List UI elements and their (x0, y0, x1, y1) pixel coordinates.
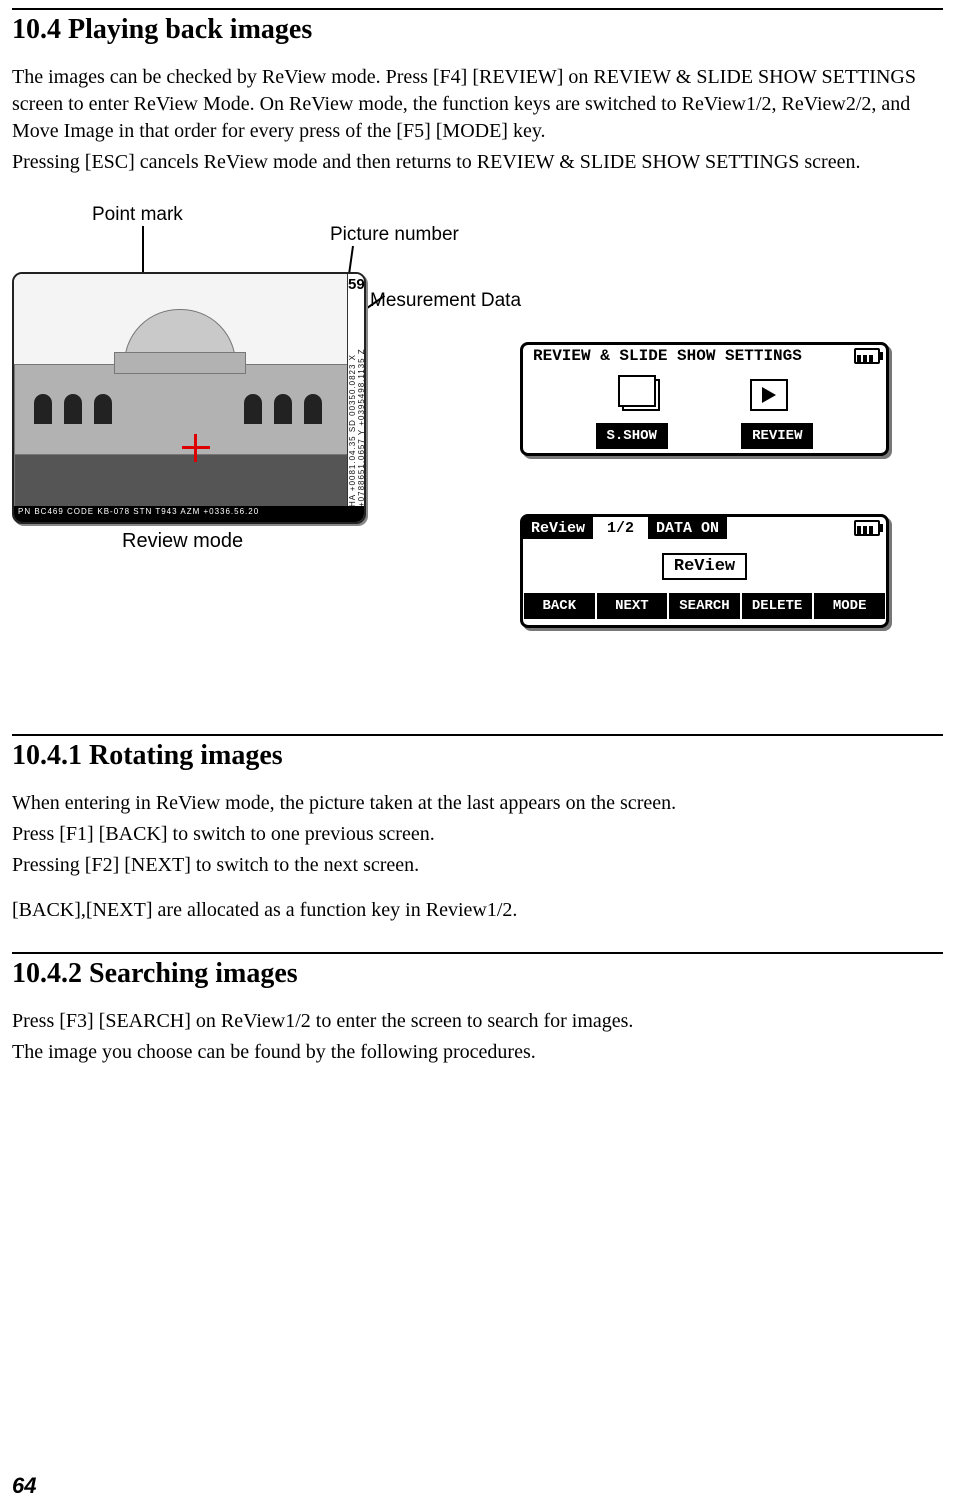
body-text: The images can be checked by ReView mode… (12, 64, 943, 145)
lcd-center-label: ReView (662, 553, 747, 580)
lcd-data-flag: DATA ON (648, 517, 727, 539)
body-text: Press [F1] [BACK] to switch to one previ… (12, 821, 943, 848)
annotation-measurement-data: Mesurement Data (370, 290, 521, 312)
lcd-page: 1/2 (593, 517, 648, 539)
play-icon (750, 379, 788, 411)
fkey-sshow[interactable]: S.SHOW (596, 423, 668, 449)
side-measurement-data: HA +0081.04.35 SD 00350.0823 X +0788651.… (348, 297, 366, 507)
body-text: [BACK],[NEXT] are allocated as a functio… (12, 897, 943, 924)
fkey-back[interactable]: BACK (524, 593, 595, 619)
slideshow-icon (622, 379, 660, 411)
body-text: Press [F3] [SEARCH] on ReView1/2 to ente… (12, 1008, 943, 1035)
annotation-picture-number: Picture number (330, 224, 459, 246)
section-heading: 10.4.1 Rotating images (12, 740, 943, 772)
lcd-settings-screen: REVIEW & SLIDE SHOW SETTINGS S.SHOW REVI… (520, 342, 889, 456)
fkey-search[interactable]: SEARCH (669, 593, 740, 619)
lcd-mode: ReView (523, 517, 593, 539)
fkey-review[interactable]: REVIEW (741, 423, 813, 449)
body-text: Pressing [F2] [NEXT] to switch to the ne… (12, 852, 943, 879)
review-photo: 59 HA +0081.04.35 SD 00350.0823 X +07886… (12, 272, 366, 524)
section-heading: 10.4.2 Searching images (12, 958, 943, 990)
lcd-title: REVIEW & SLIDE SHOW SETTINGS (533, 347, 802, 365)
review-mode-caption: Review mode (122, 530, 243, 553)
bottom-measurement-data: PN BC469 CODE KB-078 STN T943 AZM +0336.… (14, 506, 364, 522)
crosshair-icon (182, 434, 210, 462)
battery-icon (854, 520, 880, 536)
body-text: Pressing [ESC] cancels ReView mode and t… (12, 149, 943, 176)
fkey-next[interactable]: NEXT (597, 593, 668, 619)
picture-number-value: 59 (348, 274, 364, 293)
fkey-mode[interactable]: MODE (814, 593, 885, 619)
body-text: When entering in ReView mode, the pictur… (12, 790, 943, 817)
lcd-review-screen: ReView 1/2 DATA ON ReView BACK NEXT SEAR… (520, 514, 889, 628)
annotation-point-mark: Point mark (92, 204, 183, 226)
battery-icon (854, 348, 880, 364)
body-text: The image you choose can be found by the… (12, 1039, 943, 1066)
section-heading: 10.4 Playing back images (12, 14, 943, 46)
page-number: 64 (12, 1473, 36, 1499)
fkey-delete[interactable]: DELETE (742, 593, 813, 619)
figure-area: Point mark Picture number Mesurement Dat… (12, 204, 943, 734)
